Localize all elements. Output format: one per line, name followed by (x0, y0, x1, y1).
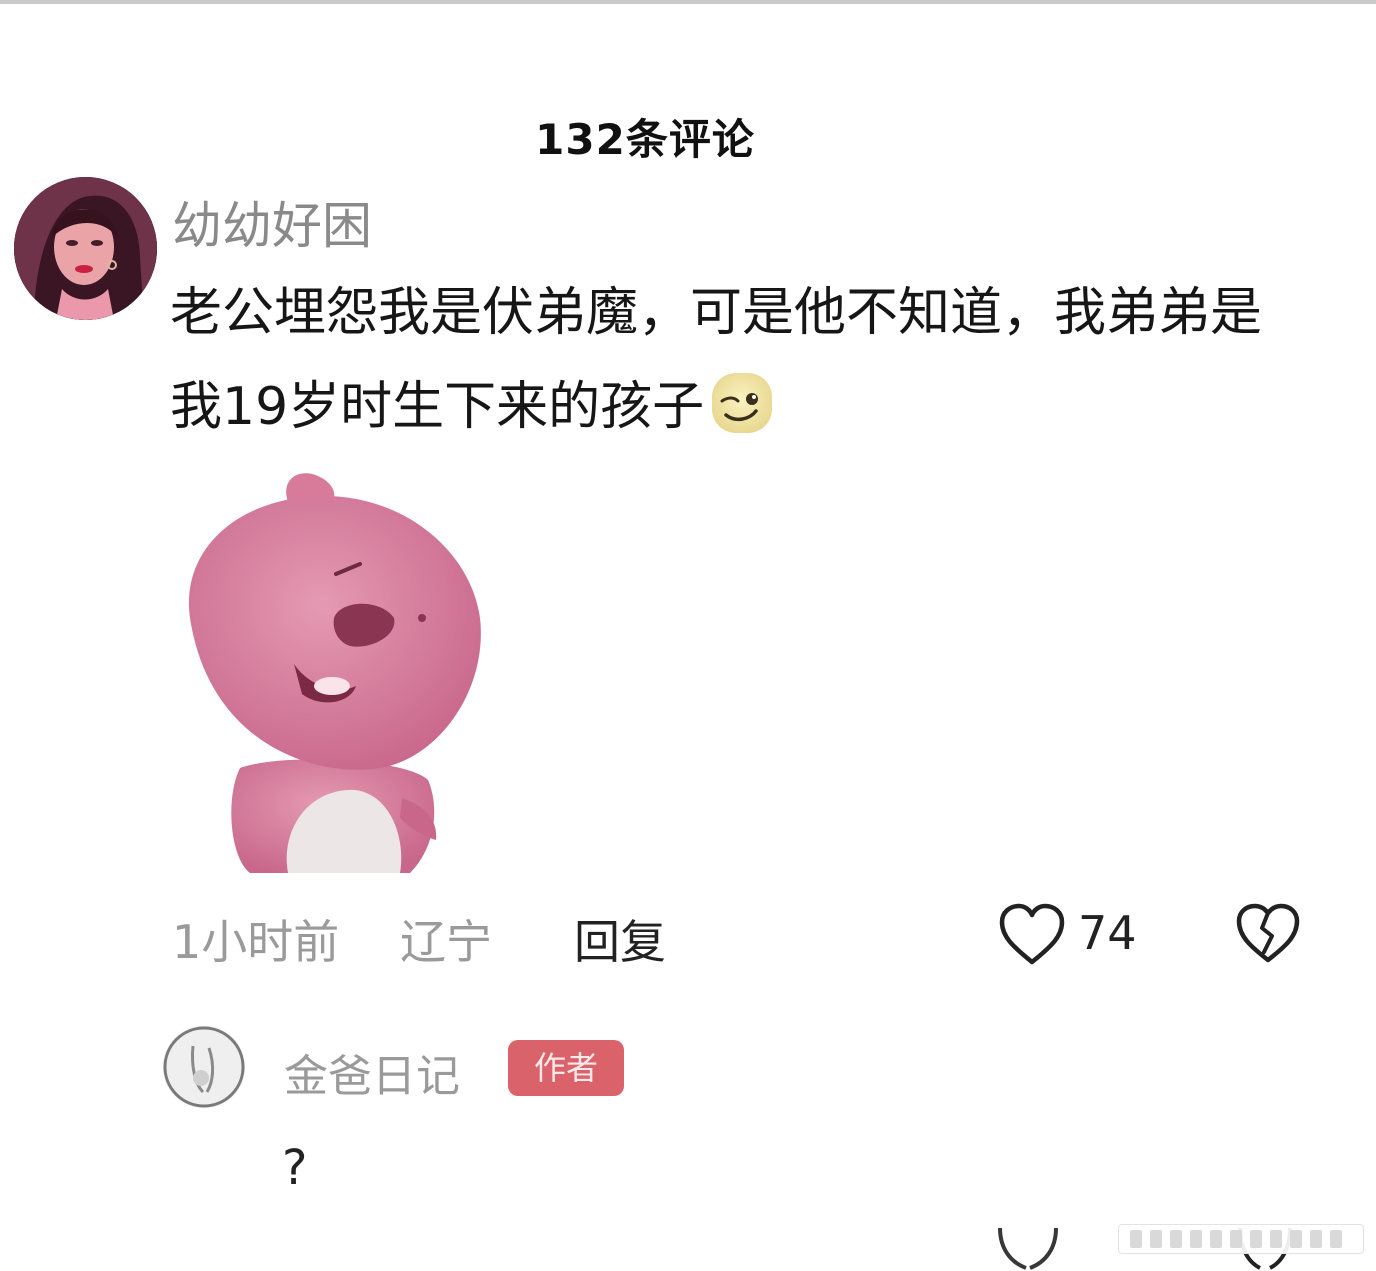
like-count: 74 (1078, 906, 1137, 960)
top-divider (0, 0, 1376, 4)
smirk-face-icon (712, 373, 773, 433)
reply-text: ? (282, 1140, 308, 1196)
pink-dinosaur-sticker (170, 468, 500, 888)
heart-icon (999, 903, 1065, 965)
reply-avatar[interactable] (163, 1026, 245, 1108)
avatar-photo-icon (14, 177, 157, 320)
dislike-button[interactable] (1234, 900, 1302, 968)
comment-body: 老公埋怨我是伏弟魔，可是他不知道，我弟弟是我19岁时生下来的孩子 (170, 266, 1300, 454)
watermark (1118, 1224, 1364, 1254)
avatar[interactable] (14, 177, 157, 320)
reply-button[interactable]: 回复 (574, 906, 666, 972)
comment-username[interactable]: 幼幼好困 (172, 186, 372, 258)
reply-username[interactable]: 金爸日记 (284, 1040, 460, 1104)
broken-heart-icon (1236, 903, 1300, 963)
comment-time: 1小时前 (172, 915, 340, 969)
comments-count-title: 132条评论 (535, 115, 755, 164)
comment-location: 辽宁 (400, 915, 492, 969)
like-button[interactable] (996, 900, 1068, 972)
comments-page: 132条评论 幼幼好困 老公埋怨我是伏弟魔，可是他不知道，我弟弟是我19岁时生下… (0, 0, 1376, 1271)
reply-avatar-icon (163, 1026, 245, 1108)
author-badge: 作者 (508, 1040, 624, 1096)
